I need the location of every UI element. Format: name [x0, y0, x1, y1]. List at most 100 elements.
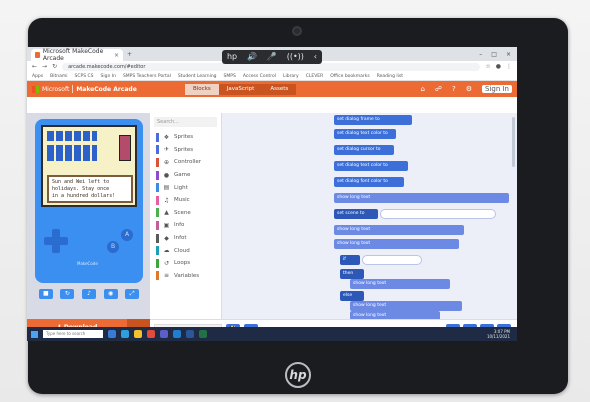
new-tab-icon[interactable]: + — [127, 49, 132, 61]
code-block[interactable]: show long text — [350, 301, 462, 311]
code-block[interactable]: set dialog cursor to — [334, 145, 394, 155]
close-window-icon[interactable]: × — [506, 49, 511, 61]
b-button[interactable]: B — [107, 241, 119, 253]
toolbox-category[interactable]: ♫ Music — [150, 194, 221, 207]
makecode-brand[interactable]: Microsoft MakeCode Arcade — [27, 85, 177, 93]
bookmark-item[interactable]: CLEVER — [306, 74, 324, 79]
code-block[interactable]: show long text — [350, 311, 440, 319]
blocks-workspace[interactable]: set dialog frame to set dialog text colo… — [222, 113, 517, 319]
toolbox-category[interactable]: ☁ Cloud — [150, 244, 221, 257]
workspace-scrollbar[interactable] — [512, 117, 515, 167]
code-block[interactable]: show long text — [334, 225, 464, 235]
minimize-icon[interactable]: – — [479, 49, 482, 61]
code-block[interactable]: show long text — [334, 193, 509, 203]
toolbox-search-input[interactable]: Search... — [154, 117, 217, 127]
toolbox-category[interactable]: ↺ Loops — [150, 257, 221, 270]
toolbox-category[interactable]: ▤ Light — [150, 181, 221, 194]
tab-javascript[interactable]: JavaScript — [218, 83, 263, 95]
sign-in-button[interactable]: Sign In — [482, 85, 512, 93]
speaker-icon[interactable]: 🔊 — [247, 50, 257, 64]
outlook-icon[interactable] — [173, 330, 181, 338]
wireless-icon[interactable]: ((•)) — [287, 50, 304, 64]
code-block[interactable]: show long text — [334, 239, 459, 249]
category-label: Info — [174, 222, 185, 229]
mic-icon[interactable]: 🎤 — [267, 50, 277, 64]
start-icon[interactable] — [31, 330, 38, 338]
a-button[interactable]: A — [121, 229, 133, 241]
code-block[interactable]: if — [340, 255, 360, 265]
toolbox-category[interactable]: ▣ Info — [150, 219, 221, 232]
back-icon[interactable]: ‹ — [314, 50, 317, 64]
bookmark-item[interactable]: SMPS Teachers Portal — [123, 74, 171, 79]
bookmark-item[interactable]: Reading list — [377, 74, 403, 79]
bookmark-item[interactable]: Sign In — [101, 74, 116, 79]
code-block[interactable]: set dialog text color to — [334, 129, 396, 139]
chrome-icon[interactable] — [147, 330, 155, 338]
code-block[interactable]: set dialog font color to — [334, 177, 404, 187]
toolbox-category[interactable]: ≡ Variables — [150, 270, 221, 283]
browser-tab[interactable]: Microsoft MakeCode Arcade × — [31, 48, 123, 62]
info-icon: ▣ — [163, 221, 170, 229]
stop-icon[interactable]: ■ — [38, 289, 53, 299]
bookmark-item[interactable]: Library — [283, 74, 299, 79]
drop-icon: ◆ — [164, 234, 169, 242]
bookmark-item[interactable]: SCPS CS — [75, 74, 94, 79]
restart-icon[interactable]: ↻ — [60, 289, 75, 299]
share-icon[interactable]: ☍ — [435, 85, 442, 93]
text-input-block[interactable] — [380, 209, 496, 219]
settings-icon[interactable]: ⚙ — [466, 85, 472, 93]
code-block[interactable]: set scene to — [334, 209, 378, 219]
maximize-icon[interactable]: □ — [491, 49, 497, 61]
tab-blocks[interactable]: Blocks — [185, 83, 219, 95]
system-clock[interactable]: 3:07 PM 10/11/2021 — [487, 329, 513, 339]
category-label: Variables — [174, 272, 200, 279]
teams-icon[interactable] — [160, 330, 168, 338]
bookmark-item[interactable]: Apps — [32, 74, 43, 79]
toolbox-category[interactable]: ◆ Infot — [150, 232, 221, 245]
code-block[interactable]: else — [340, 291, 364, 301]
screenshot-icon[interactable]: ◉ — [103, 289, 118, 299]
app-title: MakeCode Arcade — [76, 85, 137, 93]
profile-icon[interactable]: ● — [496, 63, 501, 70]
dpad-vertical[interactable] — [52, 229, 60, 253]
star-icon[interactable]: ☆ — [485, 63, 490, 70]
word-icon[interactable] — [186, 330, 194, 338]
edge-icon[interactable] — [121, 330, 129, 338]
bookmark-item[interactable]: Access Control — [243, 74, 276, 79]
help-icon[interactable]: ? — [452, 85, 456, 93]
category-label: Cloud — [174, 247, 190, 254]
bookmark-item[interactable]: Office bookmarks — [330, 74, 369, 79]
code-block[interactable]: set dialog text color to — [334, 161, 408, 171]
taskbar-search-input[interactable]: Type here to search — [43, 330, 103, 338]
toolbox-category[interactable]: ❖ Sprites — [150, 131, 221, 144]
makecode-header: Microsoft MakeCode Arcade Blocks JavaScr… — [27, 81, 517, 97]
task-view-icon[interactable] — [108, 330, 116, 338]
toolbox-category[interactable]: ⊕ Controller — [150, 156, 221, 169]
forward-arrow-icon[interactable]: → — [42, 63, 47, 70]
toolbox-category[interactable]: ▲ Scene — [150, 207, 221, 220]
excel-icon[interactable] — [199, 330, 207, 338]
tree-icon: ▲ — [164, 209, 169, 217]
game-screen[interactable]: Sun and Wei left to holidays. Stay once … — [41, 125, 137, 207]
menu-icon[interactable]: ⋮ — [506, 63, 512, 70]
reload-icon[interactable]: ↻ — [52, 63, 57, 70]
condition-block[interactable] — [362, 255, 422, 265]
home-icon[interactable]: ⌂ — [420, 85, 424, 93]
code-block[interactable]: then — [340, 269, 364, 279]
category-label: Music — [174, 197, 190, 204]
bookmark-item[interactable]: SMPS — [224, 74, 236, 79]
bookmark-item[interactable]: Student Learning — [178, 74, 217, 79]
fullscreen-icon[interactable]: ⤢ — [125, 289, 140, 299]
toolbox-category[interactable]: ● Game — [150, 169, 221, 182]
close-icon[interactable]: × — [114, 52, 119, 59]
tile-sprites — [47, 131, 97, 161]
back-arrow-icon[interactable]: ← — [32, 63, 37, 70]
hp-icon[interactable]: hp — [227, 50, 237, 64]
file-explorer-icon[interactable] — [134, 330, 142, 338]
tab-assets[interactable]: Assets — [262, 83, 297, 95]
code-block[interactable]: show long text — [350, 279, 450, 289]
bookmark-item[interactable]: Bitnami — [50, 74, 67, 79]
toolbox-category[interactable]: ✈ Sprites — [150, 144, 221, 157]
code-block[interactable]: set dialog frame to — [334, 115, 412, 125]
mute-icon[interactable]: ♪ — [81, 289, 96, 299]
